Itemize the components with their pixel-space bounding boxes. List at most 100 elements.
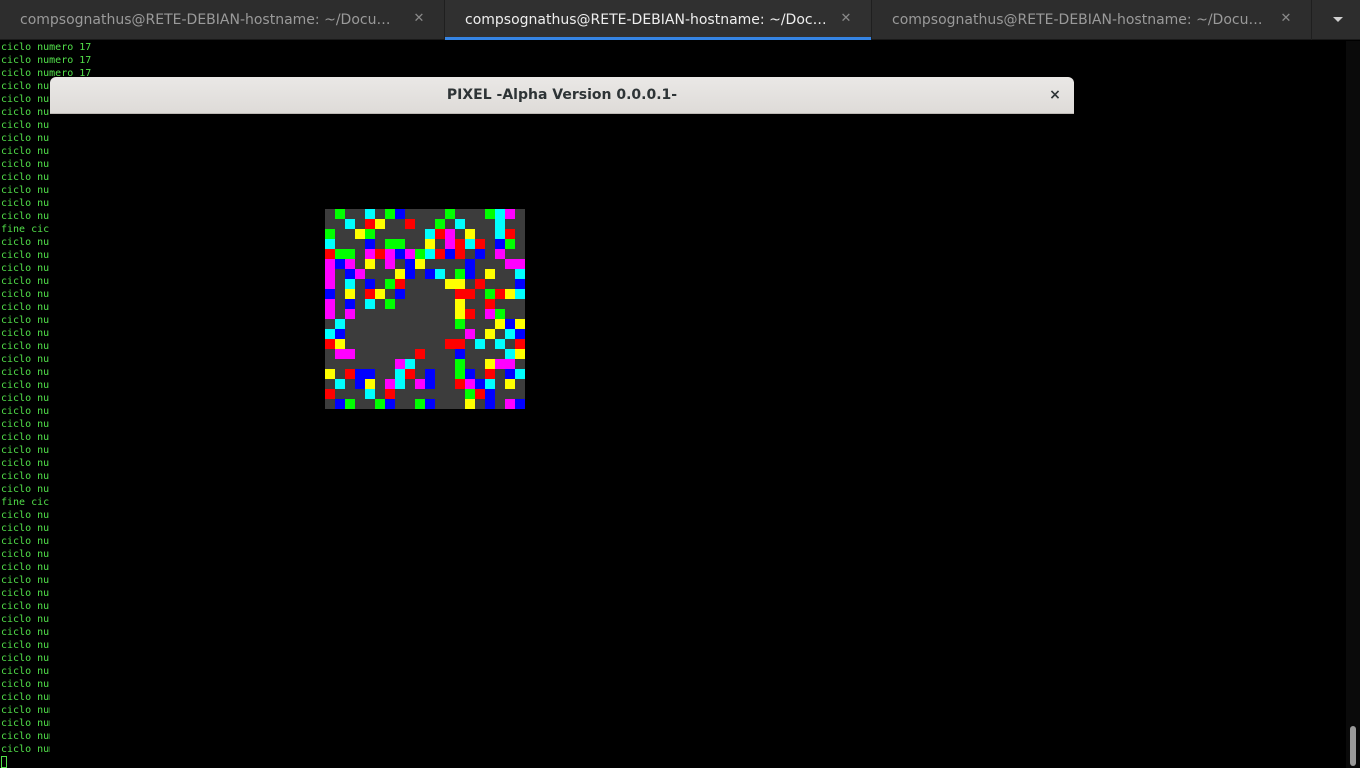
pixel-cell	[455, 339, 465, 349]
pixel-cell	[335, 399, 345, 409]
pixel-cell	[415, 259, 425, 269]
tab-label: compsognathus@RETE-DEBIAN-hostname: ~/Do…	[465, 12, 831, 28]
pixel-cell	[365, 379, 375, 389]
close-icon[interactable]: ✕	[412, 11, 426, 27]
pixel-cell	[385, 209, 395, 219]
pixel-cell	[335, 349, 345, 359]
pixel-cell	[515, 339, 525, 349]
pixel-cell	[465, 329, 475, 339]
pixel-cell	[445, 249, 455, 259]
close-icon[interactable]: ✕	[1279, 11, 1293, 27]
pixel-window: PIXEL -Alpha Version 0.0.0.1- ×	[50, 77, 1074, 768]
pixel-cell	[395, 249, 405, 259]
close-icon[interactable]: ×	[1046, 86, 1064, 104]
pixel-cell	[405, 219, 415, 229]
pixel-cell	[325, 239, 335, 249]
pixel-cell	[505, 329, 515, 339]
cursor	[1, 756, 7, 768]
pixel-cell	[415, 349, 425, 359]
pixel-cell	[505, 239, 515, 249]
pixel-cell	[465, 259, 475, 269]
pixel-cell	[325, 369, 335, 379]
window-title: PIXEL -Alpha Version 0.0.0.1-	[446, 87, 678, 103]
chevron-down-icon[interactable]	[1330, 12, 1346, 28]
pixel-canvas[interactable]	[325, 209, 525, 409]
pixel-cell	[325, 229, 335, 239]
pixel-cell	[365, 289, 375, 299]
pixel-cell	[505, 359, 515, 369]
pixel-cell	[515, 399, 525, 409]
tab-terminal-3[interactable]: compsognathus@RETE-DEBIAN-hostname: ~/Do…	[872, 0, 1312, 40]
pixel-cell	[485, 289, 495, 299]
pixel-cell	[355, 269, 365, 279]
pixel-cell	[335, 329, 345, 339]
pixel-cell	[445, 339, 455, 349]
pixel-cell	[325, 339, 335, 349]
pixel-cell	[455, 309, 465, 319]
pixel-cell	[455, 289, 465, 299]
pixel-cell	[505, 229, 515, 239]
pixel-cell	[345, 399, 355, 409]
pixel-cell	[395, 289, 405, 299]
pixel-cell	[485, 209, 495, 219]
pixel-cell	[335, 339, 345, 349]
pixel-cell	[435, 269, 445, 279]
pixel-cell	[515, 349, 525, 359]
pixel-cell	[395, 239, 405, 249]
pixel-cell	[345, 369, 355, 379]
pixel-cell	[495, 229, 505, 239]
pixel-cell	[445, 239, 455, 249]
pixel-cell	[505, 369, 515, 379]
scrollbar-thumb[interactable]	[1350, 726, 1356, 766]
pixel-cell	[465, 239, 475, 249]
tab-label: compsognathus@RETE-DEBIAN-hostname: ~/Do…	[20, 12, 404, 28]
pixel-cell	[325, 279, 335, 289]
pixel-cell	[405, 249, 415, 259]
pixel-cell	[495, 309, 505, 319]
pixel-cell	[385, 249, 395, 259]
pixel-cell	[375, 249, 385, 259]
pixel-cell	[455, 349, 465, 359]
pixel-cell	[385, 279, 395, 289]
pixel-cell	[335, 259, 345, 269]
tab-terminal-2[interactable]: compsognathus@RETE-DEBIAN-hostname: ~/Do…	[445, 0, 872, 40]
pixel-cell	[345, 249, 355, 259]
pixel-cell	[415, 379, 425, 389]
pixel-cell	[455, 359, 465, 369]
pixel-cell	[505, 319, 515, 329]
tab-terminal-1[interactable]: compsognathus@RETE-DEBIAN-hostname: ~/Do…	[0, 0, 445, 40]
pixel-cell	[435, 249, 445, 259]
pixel-cell	[335, 209, 345, 219]
pixel-cell	[455, 379, 465, 389]
pixel-cell	[345, 269, 355, 279]
pixel-cell	[515, 289, 525, 299]
pixel-cell	[425, 229, 435, 239]
pixel-cell	[365, 369, 375, 379]
pixel-cell	[495, 219, 505, 229]
window-titlebar[interactable]: PIXEL -Alpha Version 0.0.0.1- ×	[50, 77, 1074, 114]
close-icon[interactable]: ✕	[839, 11, 853, 27]
pixel-cell	[395, 209, 405, 219]
pixel-cell	[455, 299, 465, 309]
terminal-line: ciclo numero 17	[1, 55, 92, 66]
pixel-cell	[455, 319, 465, 329]
pixel-cell	[495, 209, 505, 219]
pixel-cell	[395, 359, 405, 369]
pixel-cell	[485, 299, 495, 309]
tab-bar: compsognathus@RETE-DEBIAN-hostname: ~/Do…	[0, 0, 1360, 40]
pixel-cell	[365, 259, 375, 269]
pixel-cell	[465, 269, 475, 279]
pixel-cell	[455, 239, 465, 249]
pixel-cell	[365, 299, 375, 309]
pixel-cell	[505, 399, 515, 409]
pixel-cell	[325, 329, 335, 339]
pixel-cell	[405, 359, 415, 369]
pixel-cell	[485, 309, 495, 319]
pixel-cell	[405, 259, 415, 269]
pixel-cell	[515, 369, 525, 379]
pixel-cell	[415, 249, 425, 259]
pixel-cell	[425, 399, 435, 409]
terminal-line: ciclo numero 17	[1, 42, 92, 53]
pixel-cell	[435, 219, 445, 229]
terminal-scrollbar[interactable]	[1346, 41, 1360, 768]
